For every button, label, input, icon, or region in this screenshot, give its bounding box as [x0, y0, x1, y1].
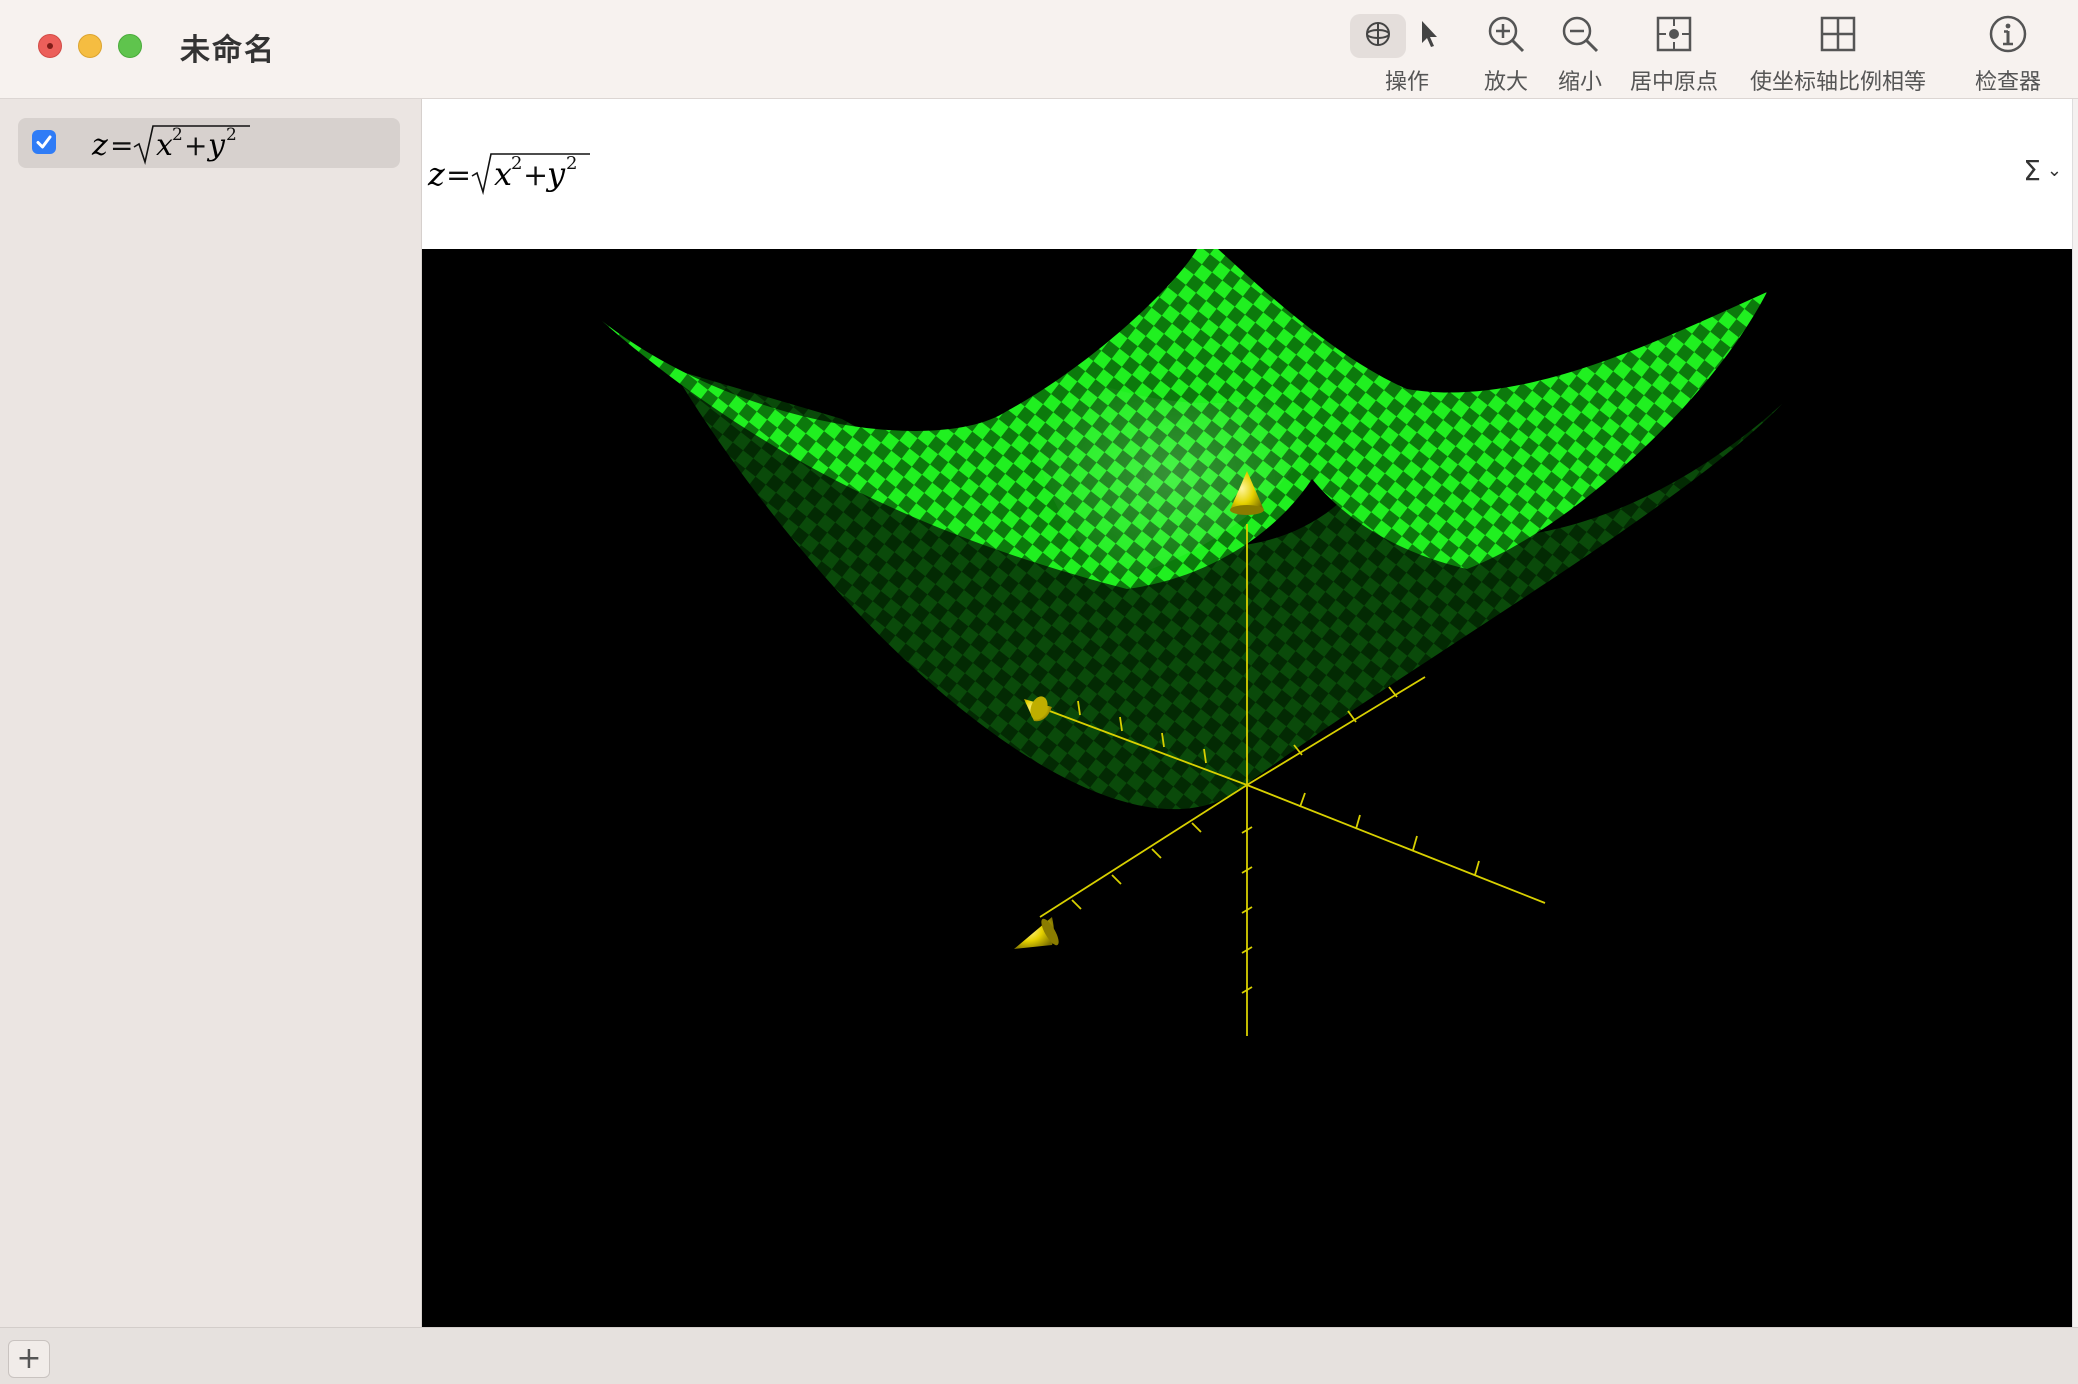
y-axis: [1246, 784, 1546, 904]
grid-icon: [1814, 10, 1862, 58]
graph-canvas: [602, 249, 1782, 1036]
formula-equals: =: [446, 158, 471, 193]
sigma-menu-button[interactable]: Σ ⌄: [2023, 154, 2062, 187]
checkmark-icon: [36, 135, 52, 149]
zoom-in-button[interactable]: 放大: [1482, 10, 1530, 96]
x-axis-arrow: [1014, 917, 1059, 949]
formula-x: x: [494, 155, 512, 193]
formula-x-exponent: 2: [511, 153, 522, 174]
add-equation-button[interactable]: +: [8, 1340, 50, 1378]
center-origin-icon: [1650, 10, 1698, 58]
eq-y: y: [206, 128, 226, 163]
equation-list-item[interactable]: z = x 2 + y 2: [18, 118, 400, 168]
bottom-bar: +: [0, 1327, 2078, 1384]
inspector-button[interactable]: 检查器: [1975, 10, 2041, 96]
formula-lhs: z: [427, 155, 446, 193]
eq-x-exponent: 2: [172, 125, 183, 145]
graph-viewport[interactable]: [422, 249, 2072, 1327]
eq-lhs: z: [91, 128, 108, 163]
zoom-in-label: 放大: [1483, 70, 1528, 95]
zoom-out-icon: [1556, 10, 1604, 58]
formula-y-exponent: 2: [566, 153, 577, 174]
zoom-out-button[interactable]: 缩小: [1556, 10, 1604, 96]
inspector-label: 检查器: [1975, 70, 2042, 95]
window-title: 未命名: [180, 33, 276, 68]
equation-sidebar: z = x 2 + y 2: [0, 99, 422, 1327]
orbit-mode-button[interactable]: [1350, 14, 1406, 58]
formula-display: z = x 2 + y 2: [427, 153, 590, 196]
center-origin-button[interactable]: 居中原点: [1630, 10, 1718, 96]
eq-equals: =: [110, 129, 133, 162]
formula-editor[interactable]: z = x 2 + y 2 Σ ⌄: [422, 99, 2072, 249]
zoom-in-icon: [1482, 10, 1530, 58]
center-origin-label: 居中原点: [1630, 70, 1719, 95]
window-edge: [2072, 99, 2078, 1327]
title-bar: 未命名 操作 放大 缩小 居中原点 使坐标轴比例相等 检查器: [0, 0, 2078, 99]
equal-axes-button[interactable]: 使坐标轴比例相等: [1750, 10, 1926, 96]
orbit-icon: [1363, 19, 1393, 53]
zoom-window-button[interactable]: [118, 34, 142, 58]
eq-x: x: [156, 128, 173, 163]
formula-plus: +: [523, 158, 548, 193]
pointer-mode-button[interactable]: [1410, 14, 1450, 58]
pointer-icon: [1419, 19, 1441, 53]
chevron-down-icon: ⌄: [2046, 160, 2062, 181]
info-icon: [1984, 10, 2032, 58]
eq-y-exponent: 2: [226, 125, 237, 145]
equal-axes-label: 使坐标轴比例相等: [1750, 70, 1927, 95]
close-window-button[interactable]: [38, 34, 62, 58]
mode-segmented-control: [1350, 14, 1450, 58]
equation-visibility-checkbox[interactable]: [32, 130, 56, 154]
sigma-icon: Σ: [2023, 154, 2041, 187]
minimize-window-button[interactable]: [78, 34, 102, 58]
equation-formula: z = x 2 + y 2: [91, 125, 250, 165]
app-window: 未命名 操作 放大 缩小 居中原点 使坐标轴比例相等 检查器 z = x 2 +…: [0, 0, 2078, 1384]
eq-plus: +: [184, 129, 207, 162]
formula-y: y: [545, 155, 566, 193]
mode-label: 操作: [1385, 70, 1430, 95]
zoom-out-label: 缩小: [1557, 70, 1602, 95]
